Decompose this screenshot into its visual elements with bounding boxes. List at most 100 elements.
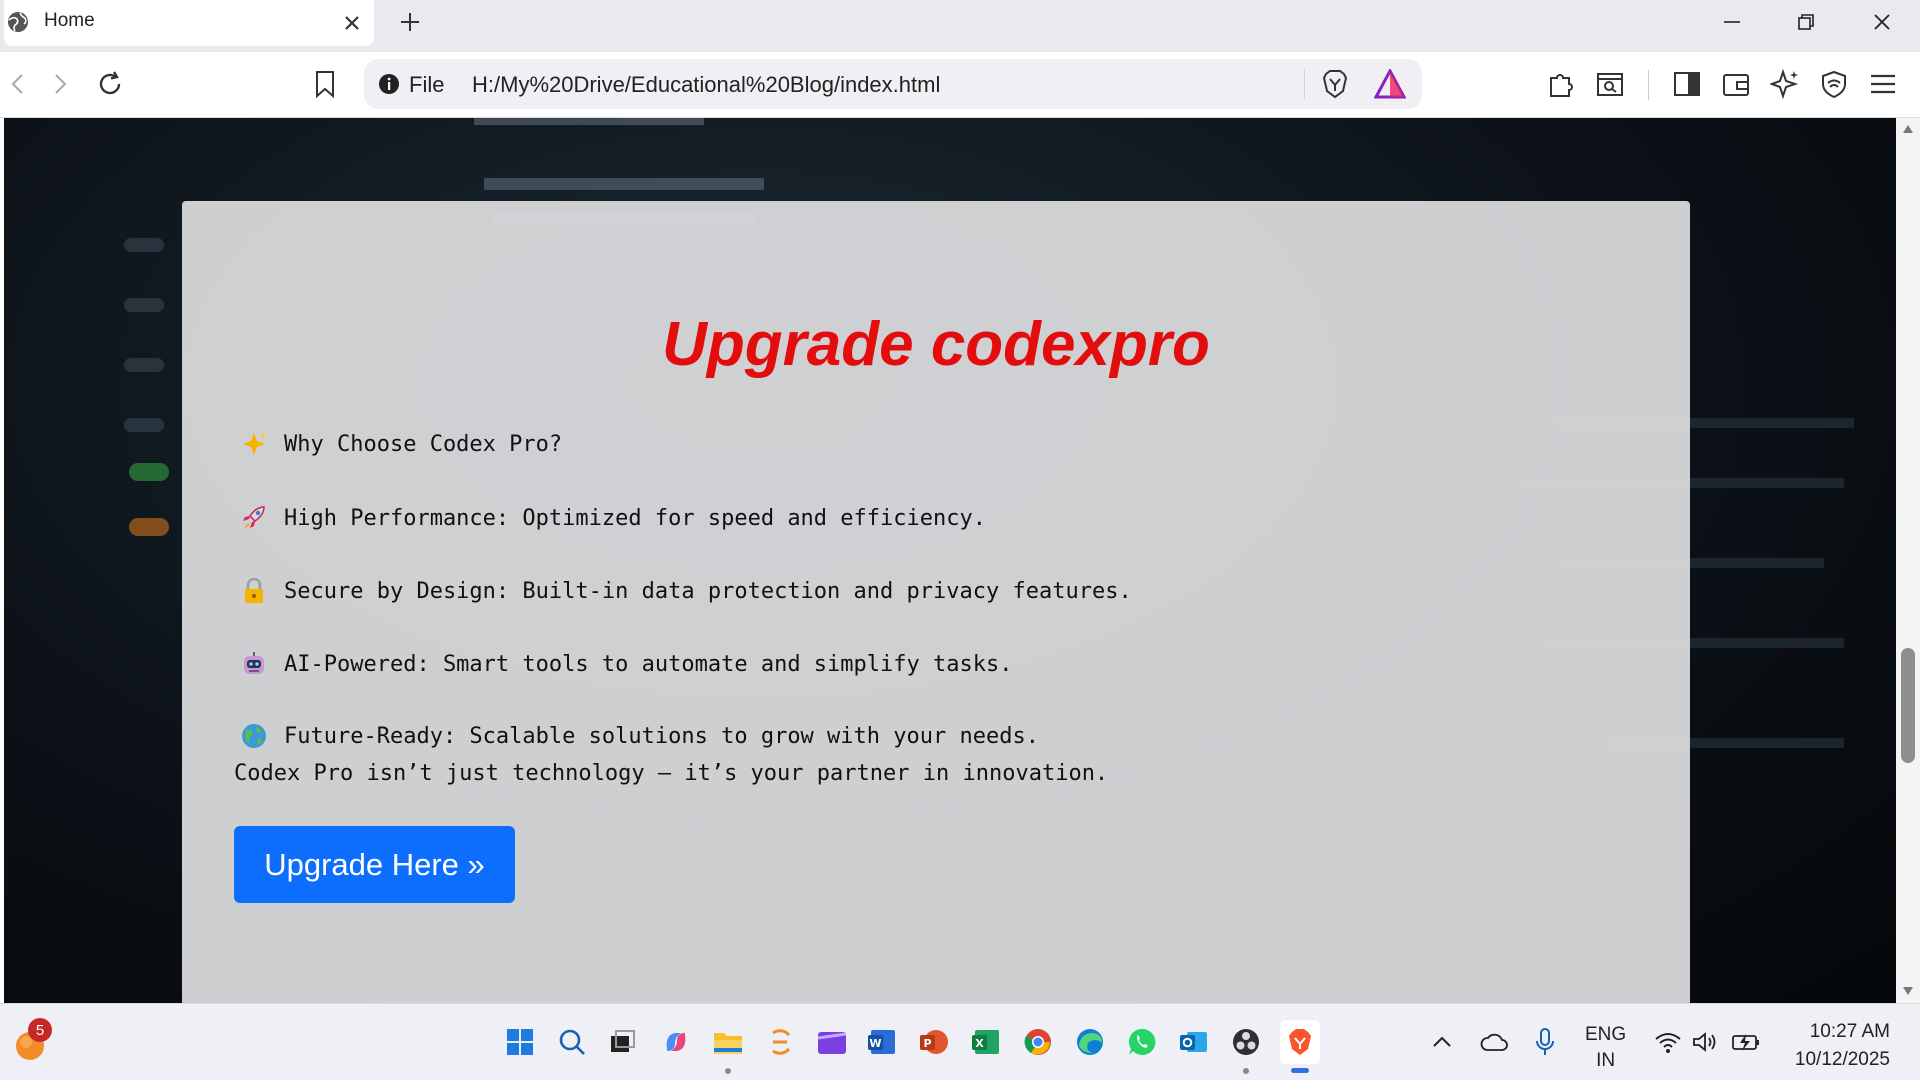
word-button[interactable]: W: [864, 1024, 900, 1060]
feature-text: High Performance: Optimized for speed an…: [284, 505, 986, 531]
info-icon[interactable]: [378, 73, 400, 95]
tab-title: Home: [44, 10, 95, 31]
page-search-button[interactable]: [1592, 66, 1628, 102]
clock-date: 10/12/2025: [1794, 1049, 1890, 1070]
onedrive-button[interactable]: [1476, 1024, 1512, 1060]
menu-button[interactable]: [1865, 66, 1901, 102]
leo-ai-button[interactable]: [1767, 66, 1803, 102]
vpn-button[interactable]: [1816, 66, 1852, 102]
extensions-button[interactable]: [1543, 66, 1579, 102]
system-clock[interactable]: 10:27 AM 10/12/2025: [1780, 1018, 1890, 1074]
excel-icon: X: [972, 1030, 999, 1054]
feature-text: Future-Ready: Scalable solutions to grow…: [284, 723, 1039, 749]
minimize-button[interactable]: [1702, 2, 1762, 42]
address-bar[interactable]: File H:/My%20Drive/Educational%20Blog/in…: [364, 59, 1422, 109]
input-language-indicator[interactable]: ENG IN: [1585, 1022, 1626, 1074]
show-hidden-icons-button[interactable]: [1424, 1024, 1460, 1060]
loader-app-icon: [772, 1029, 791, 1055]
brave-taskbar-button[interactable]: [1280, 1020, 1320, 1064]
restore-icon: [1798, 14, 1814, 30]
windows-taskbar: 5 W P X ENG IN 10:27 AM 10/12/2025: [0, 1003, 1920, 1080]
sidebar-icon: [1674, 72, 1700, 96]
globe-icon: [242, 724, 266, 748]
sparkles-icon: [243, 432, 267, 455]
scroll-down-icon[interactable]: [1902, 986, 1914, 996]
upgrade-here-button[interactable]: Upgrade Here »: [234, 826, 515, 903]
wifi-button[interactable]: [1650, 1024, 1686, 1060]
reload-button[interactable]: [92, 66, 128, 102]
minimize-icon: [1724, 21, 1740, 23]
battery-button[interactable]: [1728, 1024, 1764, 1060]
restore-button[interactable]: [1776, 2, 1836, 42]
svg-text:W: W: [869, 1037, 881, 1050]
robot-icon: [244, 652, 264, 674]
microphone-icon: [1536, 1028, 1554, 1055]
url-text[interactable]: H:/My%20Drive/Educational%20Blog/index.h…: [472, 72, 940, 98]
url-scheme-label: File: [409, 72, 445, 97]
rocket-icon: [243, 506, 265, 529]
shield-icon: [1822, 70, 1846, 99]
bookmark-button[interactable]: [307, 66, 343, 102]
clipchamp-button[interactable]: [814, 1024, 850, 1060]
feature-text: Secure by Design: Built-in data protecti…: [284, 578, 1132, 604]
copilot-button[interactable]: [658, 1024, 694, 1060]
brave-lion-icon: [1289, 1029, 1311, 1055]
edge-icon: [1077, 1029, 1103, 1055]
back-arrow-icon: [11, 74, 23, 94]
page-scrollbar[interactable]: [1896, 118, 1920, 1003]
excel-button[interactable]: X: [968, 1024, 1004, 1060]
svg-text:X: X: [975, 1037, 984, 1050]
close-tab-icon[interactable]: [338, 9, 366, 37]
obs-icon: [1233, 1029, 1259, 1055]
scroll-thumb[interactable]: [1901, 648, 1915, 763]
chrome-icon: [1024, 1029, 1051, 1055]
file-explorer-button[interactable]: [710, 1024, 746, 1060]
obs-button[interactable]: [1228, 1024, 1264, 1060]
folder-icon: [714, 1033, 742, 1054]
taskbar-app-loader-button[interactable]: [762, 1024, 798, 1060]
lock-icon: [245, 577, 263, 603]
active-app-indicator: [1291, 1068, 1309, 1073]
whatsapp-icon: [1128, 1028, 1156, 1055]
clock-time: 10:27 AM: [1809, 1021, 1890, 1042]
scroll-up-icon[interactable]: [1902, 124, 1914, 134]
page-viewport: Upgrade codexpro Why Choose Codex Pro? H…: [4, 118, 1896, 1003]
brave-rewards-icon[interactable]: [1374, 69, 1406, 99]
new-tab-icon[interactable]: [394, 6, 426, 38]
feature-item-performance: High Performance: Optimized for speed an…: [240, 502, 986, 534]
back-button[interactable]: [0, 66, 36, 102]
globe-favicon-icon: [8, 12, 28, 32]
search-page-icon: [1597, 73, 1623, 96]
hamburger-menu-icon: [1871, 74, 1895, 94]
feature-item-ai: AI-Powered: Smart tools to automate and …: [240, 648, 1012, 680]
brave-shields-icon[interactable]: [1320, 69, 1350, 99]
sidebar-button[interactable]: [1669, 66, 1705, 102]
forward-button[interactable]: [42, 66, 78, 102]
taskbar-search-button[interactable]: [554, 1024, 590, 1060]
speaker-icon: [1693, 1032, 1716, 1052]
task-view-button[interactable]: [604, 1024, 640, 1060]
powerpoint-button[interactable]: P: [916, 1024, 952, 1060]
close-window-button[interactable]: [1852, 2, 1912, 42]
svg-text:P: P: [923, 1037, 931, 1050]
notification-badge: 5: [28, 1018, 52, 1042]
whatsapp-button[interactable]: [1124, 1024, 1160, 1060]
powerpoint-icon: P: [920, 1030, 948, 1054]
wallet-button[interactable]: [1718, 66, 1754, 102]
tab-home[interactable]: Home: [4, 0, 374, 46]
feature-text: AI-Powered: Smart tools to automate and …: [284, 651, 1013, 677]
feature-item-security: Secure by Design: Built-in data protecti…: [240, 575, 1132, 607]
windows-logo-icon: [507, 1029, 533, 1055]
wallet-icon: [1723, 74, 1749, 96]
word-icon: W: [868, 1030, 895, 1054]
microphone-button[interactable]: [1527, 1024, 1563, 1060]
chrome-button[interactable]: [1020, 1024, 1056, 1060]
outlook-button[interactable]: [1176, 1024, 1212, 1060]
tagline-text: Codex Pro isn’t just technology — it’s y…: [234, 761, 1109, 786]
edge-button[interactable]: [1072, 1024, 1108, 1060]
volume-button[interactable]: [1688, 1024, 1724, 1060]
bookmark-icon: [316, 71, 334, 98]
running-indicator: [1243, 1068, 1249, 1074]
language-code: ENG: [1585, 1024, 1627, 1045]
start-button[interactable]: [502, 1024, 538, 1060]
